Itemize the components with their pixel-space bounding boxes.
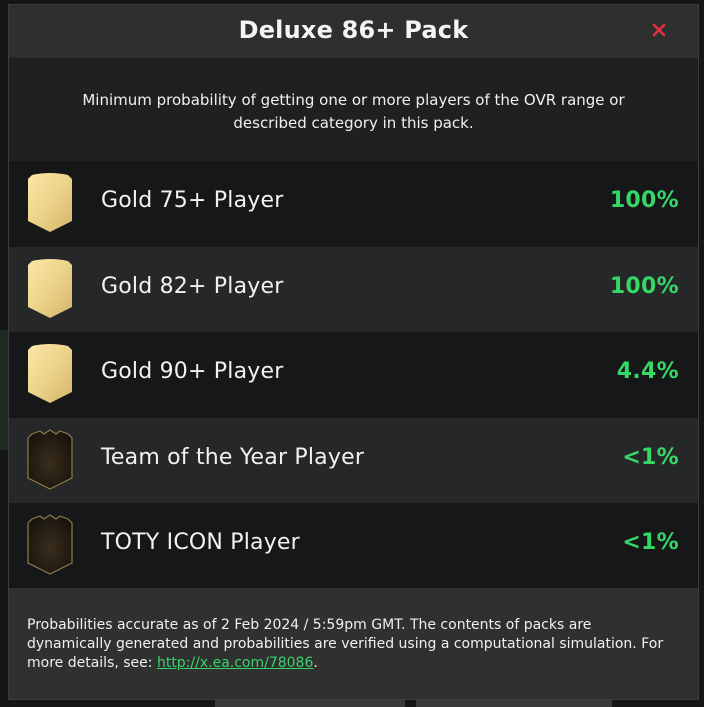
gold-card-icon xyxy=(28,258,72,318)
gold-card-icon xyxy=(28,173,72,232)
modal-subtitle: Minimum probability of getting one or mo… xyxy=(82,91,625,132)
row-probability: <1% xyxy=(622,444,679,470)
modal-header: Deluxe 86+ Pack xyxy=(9,5,698,59)
row-probability: 100% xyxy=(609,273,679,299)
pack-probability-modal: Deluxe 86+ Pack Minimum probability of g… xyxy=(8,4,699,700)
toty-card-icon xyxy=(27,514,73,575)
disclaimer-suffix: . xyxy=(313,655,318,671)
background-panel xyxy=(0,330,8,450)
gold-card-icon xyxy=(28,344,72,403)
row-label: Gold 75+ Player xyxy=(101,188,284,213)
row-probability: <1% xyxy=(622,530,679,555)
close-x-icon xyxy=(652,23,666,37)
modal-title: Deluxe 86+ Pack xyxy=(238,16,469,44)
probability-list: Gold 75+ Player 100% Gold 82+ Player 100… xyxy=(9,161,698,589)
subtitle-section: Minimum probability of getting one or mo… xyxy=(9,59,698,161)
details-link[interactable]: http://x.ea.com/78086 xyxy=(157,655,313,671)
row-label: TOTY ICON Player xyxy=(101,530,300,555)
row-label: Gold 90+ Player xyxy=(101,359,284,384)
row-probability: 100% xyxy=(609,188,679,213)
row-label: Gold 82+ Player xyxy=(101,273,284,299)
probability-row: Gold 75+ Player 100% xyxy=(9,161,698,247)
disclaimer-text: Probabilities accurate as of 2 Feb 2024 … xyxy=(27,616,680,673)
disclaimer-body: Probabilities accurate as of 2 Feb 2024 … xyxy=(27,617,664,671)
probability-row: Gold 82+ Player 100% xyxy=(9,246,698,332)
modal-footer: Probabilities accurate as of 2 Feb 2024 … xyxy=(9,588,698,699)
row-probability: 4.4% xyxy=(616,359,679,384)
toty-card-icon xyxy=(27,428,73,490)
probability-row: Team of the Year Player <1% xyxy=(9,417,698,503)
probability-row: TOTY ICON Player <1% xyxy=(9,503,698,589)
close-button[interactable] xyxy=(648,19,670,41)
probability-row: Gold 90+ Player 4.4% xyxy=(9,332,698,418)
row-label: Team of the Year Player xyxy=(101,444,365,470)
